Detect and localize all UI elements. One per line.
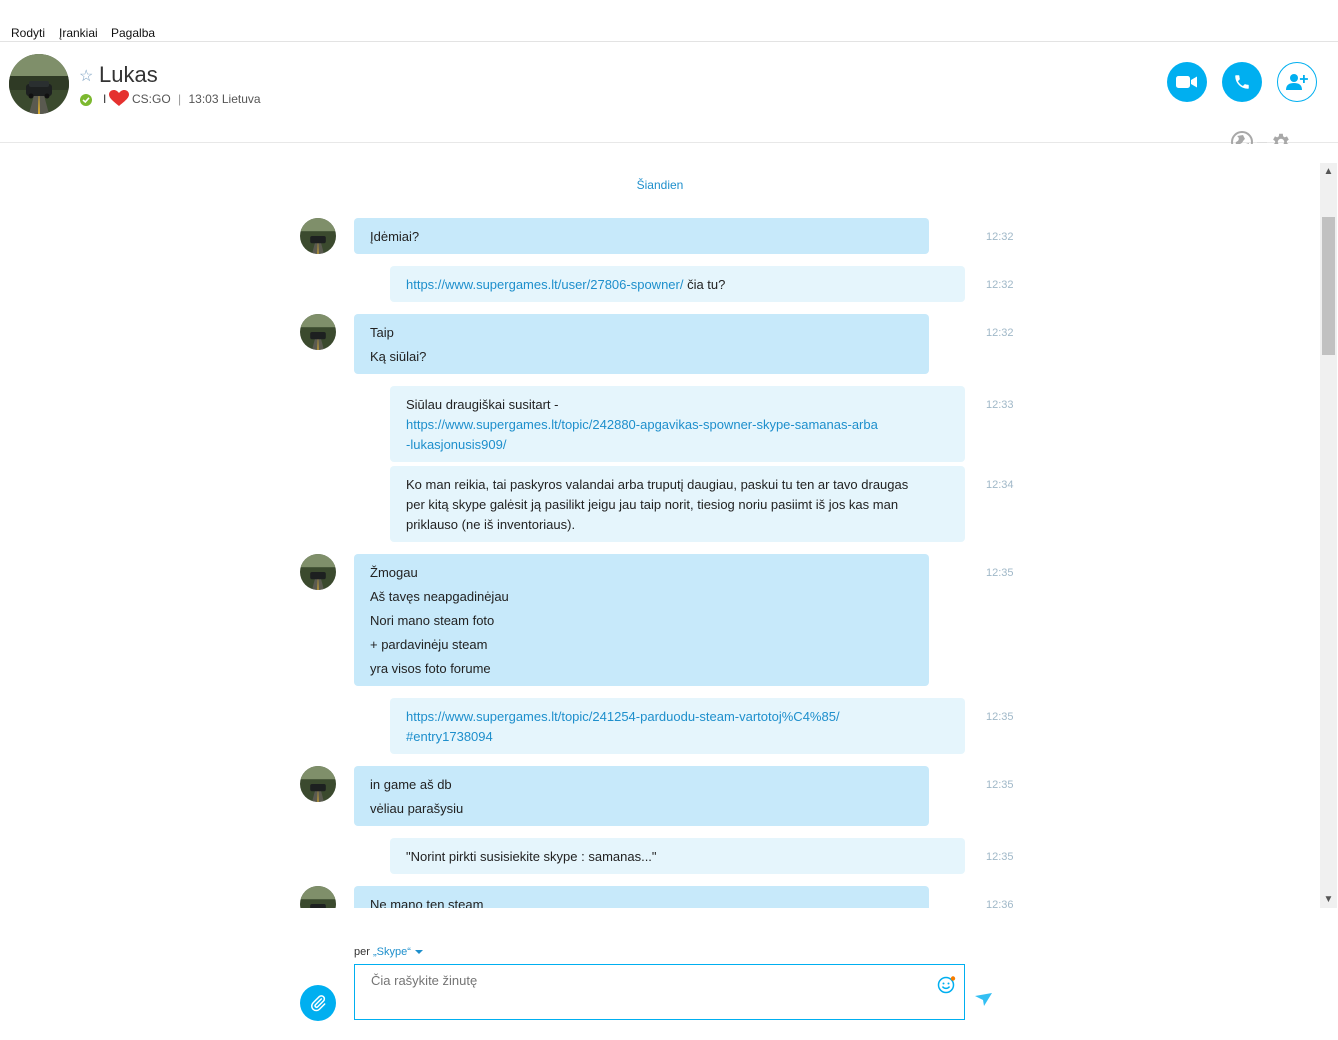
message-text: Žmogau (370, 565, 418, 580)
mood-value: CS:GO (132, 92, 171, 106)
message-text: čia tu? (683, 277, 726, 292)
video-camera-icon (1176, 76, 1197, 88)
divider (1257, 142, 1267, 143)
message-timestamp: 12:33 (986, 399, 1014, 411)
message-bubble-incoming[interactable]: Žmogau Aš tavęs neapgadinėjau Nori mano … (354, 554, 929, 686)
chat-scrollbar[interactable]: ▲ ▼ (1320, 163, 1337, 908)
message-bubble-outgoing[interactable]: "Norint pirkti susisiekite skype : saman… (390, 838, 965, 874)
message-bubble-incoming[interactable]: Ne mano ten steam (354, 886, 929, 908)
audio-call-button[interactable] (1222, 62, 1262, 102)
paperclip-icon (310, 995, 326, 1012)
menu-tools[interactable]: Įrankiai (59, 26, 98, 40)
video-call-button[interactable] (1167, 62, 1207, 102)
message-link[interactable]: https://www.supergames.lt/topic/242880-a… (406, 415, 949, 435)
message-text: Įdėmiai? (370, 229, 420, 244)
message-text: Nori mano steam foto (370, 613, 495, 628)
menu-bar: Rodyti Įrankiai Pagalba (0, 0, 1338, 42)
contact-name[interactable]: Lukas (99, 62, 158, 88)
conversation-history[interactable]: Šiandien Įdėmiai? 12:32 https://www.supe… (0, 144, 1322, 908)
message-text: Ne mano ten steam (370, 897, 484, 908)
message-bubble-outgoing[interactable]: https://www.supergames.lt/topic/241254-p… (390, 698, 965, 754)
message-timestamp: 12:35 (986, 851, 1014, 863)
message-avatar[interactable] (300, 218, 336, 254)
message-timestamp: 12:35 (986, 779, 1014, 791)
message-text: Ką siūlai? (370, 349, 427, 364)
send-message-icon[interactable] (975, 993, 993, 1012)
message-timestamp: 12:32 (986, 279, 1014, 291)
mood-prefix: I (103, 92, 107, 106)
message-timestamp: 12:32 (986, 231, 1014, 243)
local-time: 13:03 Lietuva (188, 92, 261, 106)
message-text: + pardavinėju steam (370, 637, 488, 652)
scroll-up-icon[interactable]: ▲ (1320, 163, 1337, 180)
message-avatar[interactable] (300, 314, 336, 350)
phone-icon (1235, 75, 1249, 89)
message-avatar[interactable] (300, 886, 336, 908)
message-bubble-outgoing[interactable]: Ko man reikia, tai paskyros valandai arb… (390, 466, 965, 542)
message-text: "Norint pirkti susisiekite skype : saman… (406, 849, 657, 864)
mood-text: CS:GO | 13:03 Lietuva (132, 92, 261, 106)
via-prefix: per (354, 946, 370, 958)
message-text: in game aš db (370, 777, 452, 792)
emoticon-icon[interactable] (937, 975, 957, 1000)
heart-icon (109, 90, 129, 112)
message-timestamp: 12:35 (986, 711, 1014, 723)
send-via-selector[interactable]: per „Skype“ (354, 946, 423, 958)
message-bubble-outgoing[interactable]: https://www.supergames.lt/user/27806-spo… (390, 266, 965, 302)
add-people-button[interactable] (1277, 62, 1317, 102)
message-avatar[interactable] (300, 554, 336, 590)
via-service: „Skype“ (372, 946, 411, 958)
message-timestamp: 12:36 (986, 899, 1014, 908)
message-timestamp: 12:34 (986, 479, 1014, 491)
menu-view[interactable]: Rodyti (11, 26, 45, 40)
chevron-down-icon (414, 950, 423, 955)
message-text: Siūlau draugiškai susitart - (406, 397, 559, 412)
online-status-icon (80, 94, 92, 106)
message-bubble-incoming[interactable]: in game aš db vėliau parašysiu (354, 766, 929, 826)
message-avatar[interactable] (300, 766, 336, 802)
contact-avatar[interactable] (9, 54, 69, 114)
conversation-header: ☆ Lukas I CS:GO | 13:03 Lietuva (0, 42, 1338, 143)
message-timestamp: 12:35 (986, 567, 1014, 579)
message-bubble-incoming[interactable]: Įdėmiai? (354, 218, 929, 254)
favorite-star-icon[interactable]: ☆ (79, 66, 93, 86)
message-link[interactable]: https://www.supergames.lt/user/27806-spo… (406, 277, 683, 292)
message-text: yra visos foto forume (370, 661, 491, 676)
message-link[interactable]: -lukasjonusis909/ (406, 435, 949, 455)
message-text: Ko man reikia, tai paskyros valandai arb… (406, 477, 909, 492)
message-link[interactable]: #entry1738094 (406, 727, 949, 747)
message-text: Aš tavęs neapgadinėjau (370, 589, 509, 604)
message-link[interactable]: https://www.supergames.lt/topic/241254-p… (406, 707, 949, 727)
scroll-down-icon[interactable]: ▼ (1320, 891, 1337, 908)
scroll-thumb[interactable] (1322, 217, 1335, 355)
add-person-icon (1286, 74, 1308, 90)
message-text: per kitą skype galėsit ją pasilikt jeigu… (406, 497, 899, 512)
message-text: vėliau parašysiu (370, 801, 464, 816)
menu-help[interactable]: Pagalba (111, 26, 155, 40)
message-text: Taip (370, 325, 394, 340)
message-input[interactable] (354, 964, 965, 1020)
attach-file-button[interactable] (300, 985, 336, 1021)
day-separator: Šiandien (636, 178, 684, 192)
message-bubble-incoming[interactable]: Taip Ką siūlai? (354, 314, 929, 374)
message-bubble-outgoing[interactable]: Siūlau draugiškai susitart - https://www… (390, 386, 965, 462)
message-timestamp: 12:32 (986, 327, 1014, 339)
message-text: priklauso (ne iš inventoriaus). (406, 517, 576, 532)
